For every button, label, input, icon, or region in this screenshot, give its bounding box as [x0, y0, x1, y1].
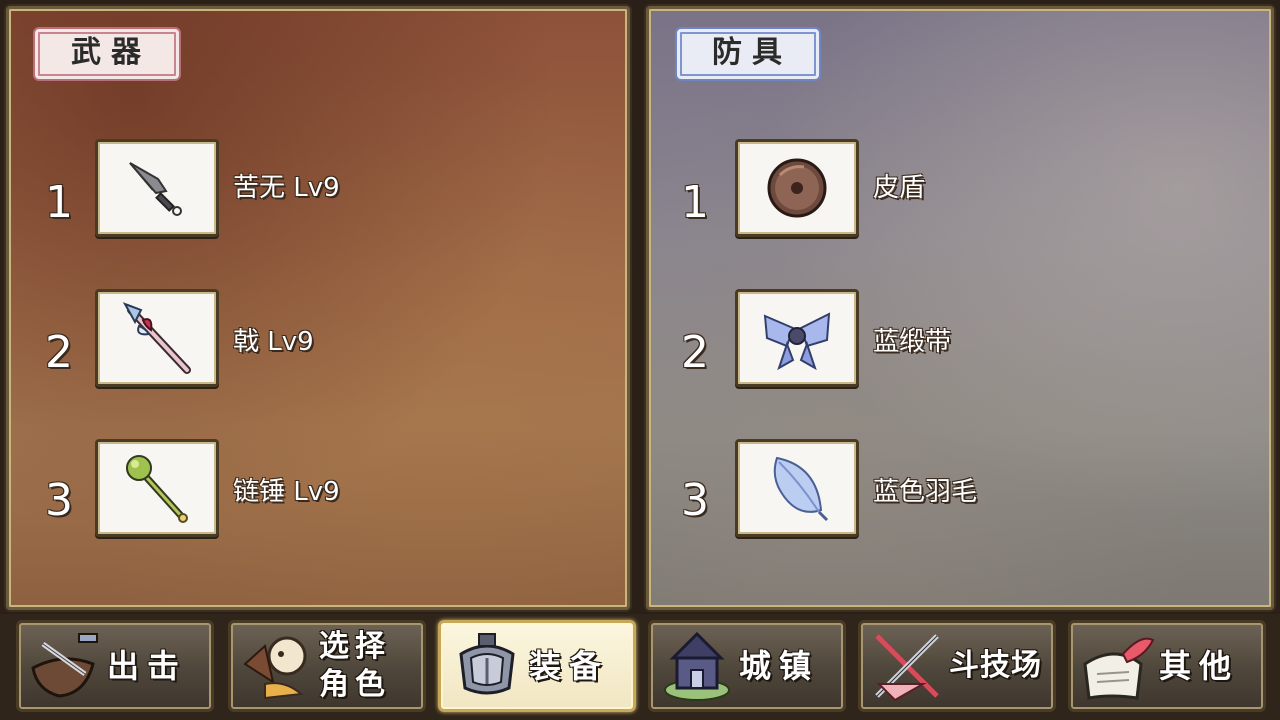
nav-town-button[interactable]: 城镇: [648, 620, 846, 712]
armor-slot-number-1: 1: [681, 177, 709, 228]
armor-label-3: 蓝色羽毛: [873, 477, 978, 507]
nav-character-select-label: 选择角色: [319, 629, 391, 702]
character-select-icon: [243, 636, 307, 700]
weapon-slot-2[interactable]: [95, 289, 219, 387]
halberd-icon: [122, 302, 191, 374]
blue-feather-icon: [773, 456, 829, 522]
nav-equipment-label: 装备: [529, 647, 610, 685]
nav-arena-label: 斗技场: [949, 648, 1042, 683]
weapon-label-1: 苦无 Lv9: [233, 173, 340, 203]
town-icon: [664, 631, 730, 701]
weapon-slot-number-2: 2: [45, 327, 73, 378]
weapon-slot-number-1: 1: [45, 177, 73, 228]
bottom-nav-bar: 出击 选择角色 装备 城镇 斗技场 其他: [0, 614, 1280, 720]
nav-arena-button[interactable]: 斗技场: [858, 620, 1056, 712]
armor-label-2: 蓝缎带: [873, 327, 952, 357]
other-icon: [1083, 637, 1155, 700]
nav-town-label: 城镇: [739, 647, 820, 685]
equipment-icon: [459, 633, 515, 695]
nav-sortie-label: 出击: [107, 647, 188, 685]
armor-label-1: 皮盾: [873, 173, 926, 203]
weapon-slot-1[interactable]: [95, 139, 219, 237]
weapon-slot-3[interactable]: [95, 439, 219, 537]
leather-shield-icon: [767, 158, 827, 218]
flail-icon: [126, 455, 188, 523]
armor-slot-3[interactable]: [735, 439, 859, 537]
nav-character-select-button[interactable]: 选择角色: [228, 620, 426, 712]
sortie-icon: [31, 633, 98, 698]
weapons-title: 武器: [33, 27, 181, 81]
armor-slot-2[interactable]: [735, 289, 859, 387]
armor-slot-1[interactable]: [735, 139, 859, 237]
nav-other-label: 其他: [1159, 647, 1240, 685]
arena-icon: [875, 634, 939, 702]
kunai-icon: [129, 162, 182, 216]
nav-sortie-button[interactable]: 出击: [16, 620, 214, 712]
armor-title: 防具: [675, 27, 821, 81]
nav-equipment-button[interactable]: 装备: [438, 620, 636, 712]
weapon-slot-number-3: 3: [45, 475, 73, 526]
weapon-label-2: 戟 Lv9: [233, 327, 314, 357]
armor-panel: 防具 1 皮盾 2 蓝缎带 3 蓝色羽毛: [646, 6, 1274, 610]
armor-slot-number-3: 3: [681, 475, 709, 526]
blue-ribbon-icon: [763, 312, 831, 371]
nav-other-button[interactable]: 其他: [1068, 620, 1266, 712]
armor-slot-number-2: 2: [681, 327, 709, 378]
weapon-label-3: 链锤 Lv9: [233, 477, 340, 507]
weapons-panel: 武器 1 苦无 Lv9 2 戟 Lv9 3 链锤 Lv9: [6, 6, 630, 610]
